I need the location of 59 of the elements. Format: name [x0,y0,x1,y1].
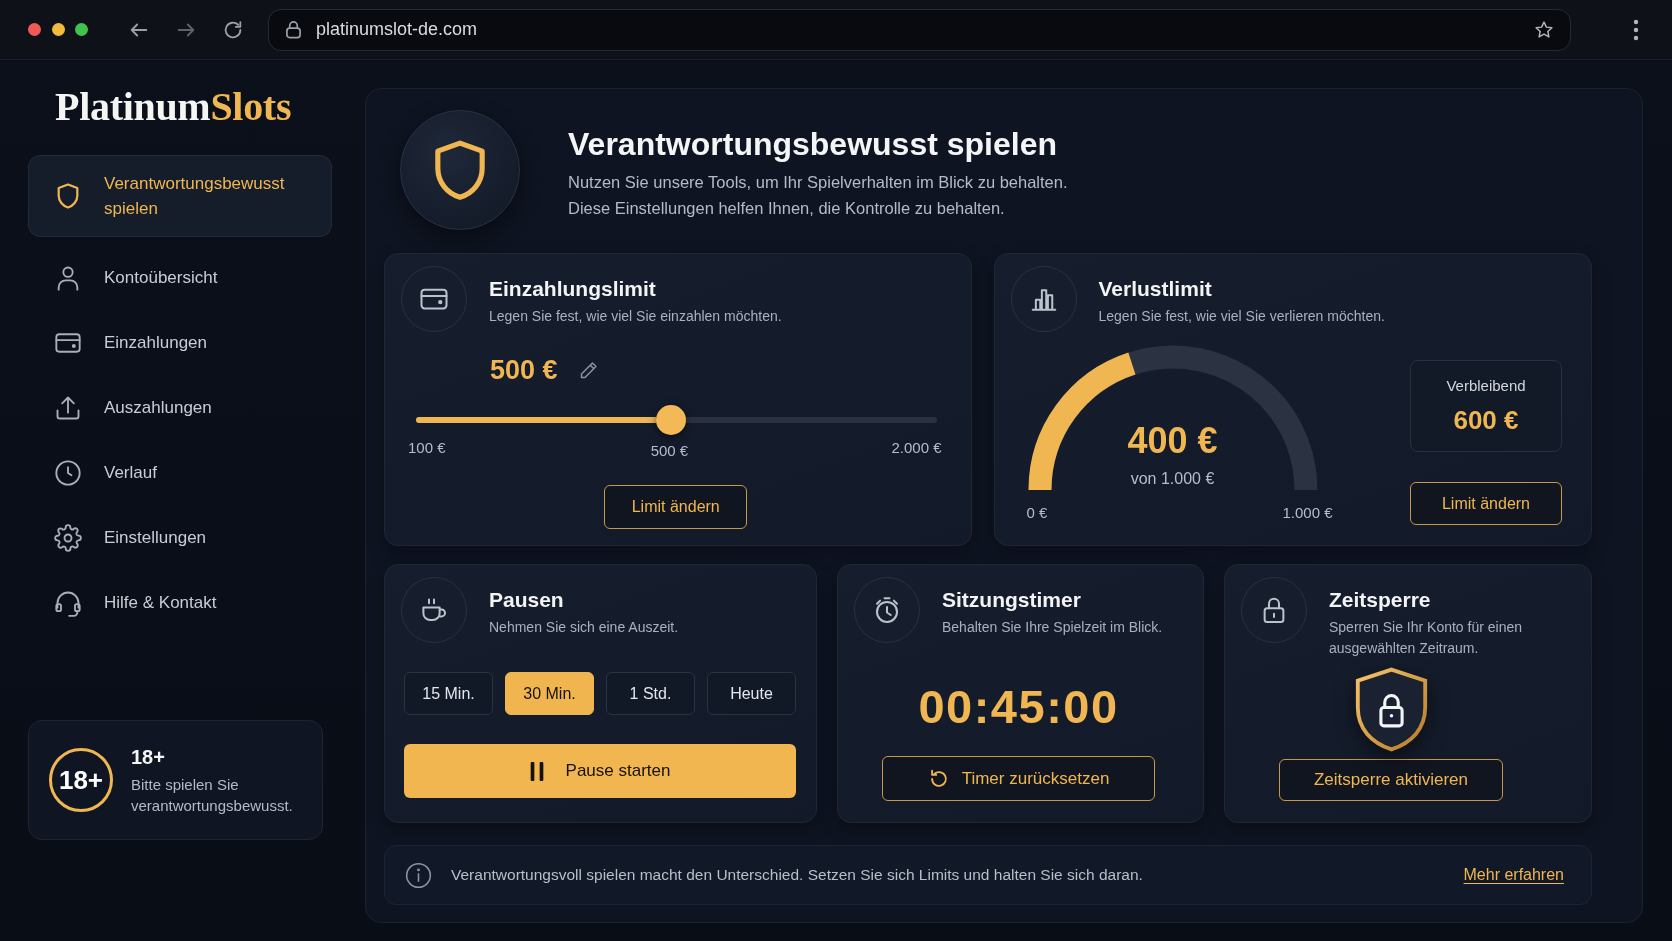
sidebar-item[interactable]: Kontoübersicht [28,249,332,306]
gauge-caption: von 1.000 € [1129,469,1216,489]
clock-icon [54,458,82,487]
settings-icon [54,523,82,552]
info-text: Verantwortungsvoll spielen macht den Unterschied. Setzen Sie sich Limits und halten Sie sich daran. [451,866,1143,884]
card-subtitle: Legen Sie fest, wie viel Sie einzahlen möchten. [489,307,782,326]
card-subtitle: Behalten Sie Ihre Spielzeit im Blick. [942,618,1163,637]
sidebar-item[interactable]: Auszahlungen [28,379,332,436]
age-badge: 18+ [49,748,113,812]
info-icon [405,861,432,889]
gauge-value: 400 € [1126,419,1219,463]
duration-option[interactable]: 15 Min. [404,672,493,715]
slider-max-label: 2.000 € [891,439,942,458]
reload-icon[interactable] [222,18,244,41]
window-minimize-icon[interactable] [51,23,65,36]
slider-min-label: 100 € [408,439,446,458]
session-time: 00:45:00 [917,679,1120,735]
menu-icon[interactable] [1633,18,1639,41]
slider-value-label: 500 € [650,442,689,459]
card-title: Zeitsperre [1329,587,1432,612]
gauge-max-label: 1.000 € [1282,504,1333,521]
deposit-limit-value: 500 € [490,354,558,386]
duration-option[interactable]: 30 Min. [505,672,594,715]
slider-thumb[interactable] [656,405,687,435]
sidebar-item[interactable]: Hilfe & Kontakt [28,574,332,631]
address-bar[interactable]: platinumslot-de.com [268,8,1571,51]
learn-more-link[interactable]: Mehr erfahren [1463,866,1564,884]
card-title: Verlustlimit [1098,276,1213,301]
lock-icon [285,20,302,39]
window-close-icon[interactable] [28,23,41,36]
card-title: Sitzungstimer [942,587,1082,612]
sidebar-item[interactable]: Verlauf [28,444,332,501]
card-subtitle: Legen Sie fest, wie viel Sie verlieren möchten. [1098,307,1385,326]
page-description: Diese Einstellungen helfen Ihnen, die Kontrolle zu behalten. [568,198,1006,219]
window-maximize-icon[interactable] [75,23,88,36]
sidebar-item[interactable]: Einstellungen [28,509,332,566]
duration-option[interactable]: 1 Std. [606,672,695,715]
start-pause-button[interactable]: Pause starten [404,744,796,798]
page-description: Nutzen Sie unsere Tools, um Ihr Spielverhalten im Blick zu behalten. [568,172,1068,193]
bookmark-star-icon[interactable] [1534,19,1554,40]
gauge-min-label: 0 € [1026,504,1048,521]
card-title: Pausen [489,587,565,612]
card-subtitle: Sperren Sie Ihr Konto für einen ausgewählten Zeitraum. [1329,618,1523,658]
page-title: Verantwortungsbewusst spielen [568,125,1058,163]
card-subtitle: Nehmen Sie sich eine Auszeit. [489,618,679,637]
reset-timer-button[interactable]: Timer zurücksetzen [882,756,1155,801]
remaining-value: 600 € [1453,404,1519,436]
pause-icon [529,761,544,781]
duration-option[interactable]: Heute [707,672,796,715]
logo: PlatinumSlots [55,84,292,130]
age-notice-text: Bitte spielen Sie verantwortungsbewusst. [131,775,294,816]
change-limit-button[interactable]: Limit ändern [604,485,748,529]
sidebar-item[interactable]: Einzahlungen [28,314,332,371]
change-limit-button[interactable]: Limit ändern [1410,482,1562,525]
remaining-label: Verbleibend [1446,376,1526,396]
activate-time-lock-button[interactable]: Zeitsperre aktivieren [1279,759,1503,801]
sidebar-item[interactable]: Verantwortungsbewusst spielen [28,155,332,237]
age-notice-title: 18+ [131,745,166,770]
card-title: Einzahlungslimit [489,276,657,301]
